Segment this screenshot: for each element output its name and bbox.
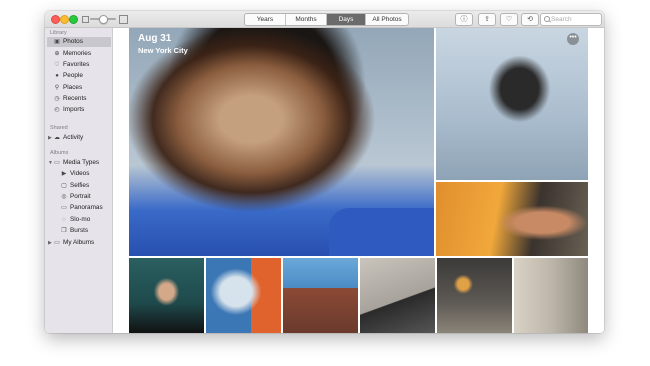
title-bar: Years Months Days All Photos ⓘ ⇪ ♡ ⟲ Sea… xyxy=(45,11,604,28)
sidebar-item-media-types[interactable]: ▼ ▭ Media Types xyxy=(47,158,111,168)
zoom-out-icon xyxy=(82,16,89,23)
location-subtitle: New York City xyxy=(138,46,188,55)
sidebar-item-activity[interactable]: ▶ ☁ Activity xyxy=(47,133,111,143)
disclosure-right-icon[interactable]: ▶ xyxy=(48,238,52,248)
disclosure-down-icon[interactable]: ▼ xyxy=(48,158,53,168)
photo-portrait-hero[interactable]: Aug 31 New York City xyxy=(129,28,434,256)
sidebar-item-photos[interactable]: ▣ Photos xyxy=(47,37,111,47)
tab-all-photos[interactable]: All Photos xyxy=(366,14,408,25)
tab-days[interactable]: Days xyxy=(327,14,366,25)
sidebar-item-favorites[interactable]: ♡ Favorites xyxy=(47,60,111,70)
info-button[interactable]: ⓘ xyxy=(455,13,473,26)
date-title: Aug 31 xyxy=(138,33,172,44)
tab-months[interactable]: Months xyxy=(286,14,327,25)
shared-header: Shared xyxy=(50,125,68,131)
slomo-icon: ◌ xyxy=(62,217,66,223)
person-icon: ● xyxy=(55,73,59,79)
photos-icon: ▣ xyxy=(54,39,60,45)
sidebar-item-recents[interactable]: ◷ Recents xyxy=(47,94,111,104)
tab-years[interactable]: Years xyxy=(245,14,286,25)
minimize-button[interactable] xyxy=(60,15,69,24)
sidebar-item-portrait[interactable]: ◎ Portrait xyxy=(47,192,111,202)
rotate-icon: ⟲ xyxy=(527,16,533,23)
rotate-button[interactable]: ⟲ xyxy=(521,13,539,26)
panorama-icon: ▭ xyxy=(61,205,67,211)
pin-icon: ⚲ xyxy=(54,85,60,91)
search-input[interactable]: Search xyxy=(540,13,602,26)
folder-icon: ▭ xyxy=(54,240,60,246)
share-button[interactable]: ⇪ xyxy=(478,13,496,26)
photo-thumbnail[interactable] xyxy=(514,258,588,333)
burst-icon: ❐ xyxy=(61,228,67,234)
zoom-slider-knob[interactable] xyxy=(99,15,108,24)
sidebar-item-selfies[interactable]: ▢ Selfies xyxy=(47,181,111,191)
import-icon: ◴ xyxy=(54,107,60,113)
search-icon xyxy=(544,16,550,22)
photo-boy-lying[interactable] xyxy=(436,182,588,256)
selfie-icon: ▢ xyxy=(61,183,67,189)
info-icon: ⓘ xyxy=(460,16,468,23)
fullscreen-button[interactable] xyxy=(69,15,78,24)
photo-thumbnail[interactable] xyxy=(206,258,281,333)
sidebar-item-people[interactable]: ● People xyxy=(47,71,111,81)
sidebar-item-videos[interactable]: ▶ Videos xyxy=(47,169,111,179)
photo-grid: Aug 31 New York City ••• xyxy=(113,28,604,333)
share-icon: ⇪ xyxy=(484,16,490,23)
sidebar-item-places[interactable]: ⚲ Places xyxy=(47,83,111,93)
sidebar-item-my-albums[interactable]: ▶ ▭ My Albums xyxy=(47,238,111,248)
sidebar-item-panoramas[interactable]: ▭ Panoramas xyxy=(47,203,111,213)
folder-icon: ▭ xyxy=(54,160,60,166)
portrait-icon: ◎ xyxy=(61,194,67,200)
video-icon: ▶ xyxy=(61,171,67,177)
photo-detail xyxy=(329,208,434,256)
favorite-button[interactable]: ♡ xyxy=(500,13,518,26)
photo-thumbnail[interactable] xyxy=(283,258,358,333)
close-button[interactable] xyxy=(51,15,60,24)
photos-window: Years Months Days All Photos ⓘ ⇪ ♡ ⟲ Sea… xyxy=(45,11,604,333)
photo-thumbnail[interactable] xyxy=(360,258,435,333)
library-header: Library xyxy=(50,30,67,36)
memories-icon: ⊕ xyxy=(54,51,60,57)
sidebar-item-bursts[interactable]: ❐ Bursts xyxy=(47,226,111,236)
albums-header: Albums xyxy=(50,150,69,156)
disclosure-right-icon[interactable]: ▶ xyxy=(48,133,52,143)
view-segmented-control: Years Months Days All Photos xyxy=(244,13,409,26)
photo-thumbnail[interactable] xyxy=(129,258,204,333)
photo-jumping-person[interactable]: ••• xyxy=(436,28,588,180)
sidebar: Library ▣ Photos ⊕ Memories ♡ Favorites … xyxy=(45,28,113,333)
more-button[interactable]: ••• xyxy=(567,33,579,45)
search-placeholder: Search xyxy=(551,16,572,23)
cloud-icon: ☁ xyxy=(54,135,60,141)
sidebar-item-memories[interactable]: ⊕ Memories xyxy=(47,49,111,59)
sidebar-item-imports[interactable]: ◴ Imports xyxy=(47,105,111,115)
zoom-in-icon xyxy=(119,15,128,24)
heart-icon: ♡ xyxy=(54,62,60,68)
clock-icon: ◷ xyxy=(54,96,60,102)
photo-thumbnail[interactable] xyxy=(437,258,512,333)
heart-icon: ♡ xyxy=(505,16,513,23)
sidebar-item-slo-mo[interactable]: ◌ Slo-mo xyxy=(47,215,111,225)
